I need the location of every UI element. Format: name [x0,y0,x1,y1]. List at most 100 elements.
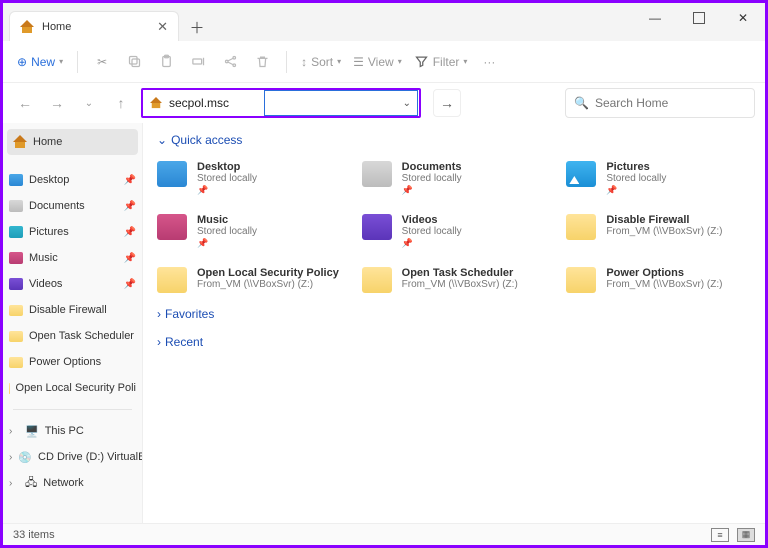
clipboard-icon [159,54,174,69]
sidebar-item-cddrive[interactable]: › 💿 CD Drive (D:) VirtualBox [3,444,142,470]
quick-tile[interactable]: VideosStored locally📌 [362,214,547,249]
details-view-button[interactable]: ≡ [711,528,729,542]
sidebar-label: This PC [45,425,84,437]
sidebar-label: Pictures [29,226,69,238]
quick-tile[interactable]: Open Task SchedulerFrom_VM (\\VBoxSvr) (… [362,267,547,293]
copy-icon [127,54,142,69]
tile-name: Disable Firewall [606,214,722,226]
sidebar-label: Power Options [29,356,101,368]
quick-tile[interactable]: DocumentsStored locally📌 [362,161,547,196]
sidebar-item-home[interactable]: Home [7,129,138,155]
tab-title: Home [42,21,71,33]
tile-name: Power Options [606,267,722,279]
tile-sub: Stored locally [197,173,257,185]
delete-button[interactable] [248,48,276,76]
quick-tile[interactable]: Power OptionsFrom_VM (\\VBoxSvr) (Z:) [566,267,751,293]
rename-button[interactable] [184,48,212,76]
explorer-window: Home ✕ ＋ — ✕ ⊕ New ▾ ✂ [0,0,768,548]
sidebar-label: Documents [29,200,85,212]
go-button[interactable]: → [433,89,461,117]
folder-icon [9,357,23,368]
window-controls: — ✕ [633,3,765,33]
view-button[interactable]: ☰ View ▾ [349,48,406,76]
folder-icon [9,383,10,394]
recent-locations-button[interactable]: ⌄ [77,91,101,115]
up-button[interactable]: ↑ [109,91,133,115]
quick-tile[interactable]: DesktopStored locally📌 [157,161,342,196]
sort-button[interactable]: ↕ Sort ▾ [297,48,345,76]
cut-button[interactable]: ✂ [88,48,116,76]
address-bar[interactable]: secpol.msc ⌄ [141,88,421,118]
quick-access-grid: DesktopStored locally📌DocumentsStored lo… [157,161,751,293]
tile-name: Open Task Scheduler [402,267,518,279]
back-button[interactable]: ← [13,91,37,115]
folder-icon [9,331,23,342]
sort-label: Sort [311,55,333,69]
tile-sub: Stored locally [197,226,257,238]
minimize-button[interactable]: — [633,3,677,33]
sidebar-item-desktop[interactable]: Desktop 📌 [3,167,142,193]
sidebar-item-folder[interactable]: Open Task Scheduler [3,323,142,349]
tile-text: DesktopStored locally📌 [197,161,257,196]
forward-button[interactable]: → [45,91,69,115]
chevron-down-icon: ▾ [463,57,467,66]
body: Home Desktop 📌 Documents 📌 Pictures 📌 Mu… [3,123,765,523]
plus-circle-icon: ⊕ [17,55,27,69]
tab-close-icon[interactable]: ✕ [157,19,168,35]
filter-button[interactable]: Filter ▾ [410,48,472,76]
quick-tile[interactable]: PicturesStored locally📌 [566,161,751,196]
sidebar-item-music[interactable]: Music 📌 [3,245,142,271]
chevron-right-icon: › [9,426,19,437]
share-button[interactable] [216,48,244,76]
chevron-down-icon: ▾ [59,57,63,66]
sidebar-item-folder[interactable]: Open Local Security Poli [3,375,142,401]
paste-button[interactable] [152,48,180,76]
sidebar-item-folder[interactable]: Disable Firewall [3,297,142,323]
close-button[interactable]: ✕ [721,3,765,33]
quick-tile[interactable]: Open Local Security PolicyFrom_VM (\\VBo… [157,267,342,293]
pc-icon: 🖥️ [25,425,39,438]
sidebar-item-documents[interactable]: Documents 📌 [3,193,142,219]
tile-name: Documents [402,161,462,173]
sidebar-label: Home [33,136,62,148]
folder-icon [566,161,596,187]
address-segment[interactable]: secpol.msc [143,90,263,116]
quick-tile[interactable]: Disable FirewallFrom_VM (\\VBoxSvr) (Z:) [566,214,751,249]
nav-pane[interactable]: Home Desktop 📌 Documents 📌 Pictures 📌 Mu… [3,123,143,523]
more-button[interactable]: ··· [475,48,503,76]
section-favorites[interactable]: › Favorites [157,307,751,321]
tile-sub: From_VM (\\VBoxSvr) (Z:) [402,279,518,291]
tile-text: Open Local Security PolicyFrom_VM (\\VBo… [197,267,339,291]
folder-icon [362,267,392,293]
sidebar-item-network[interactable]: › 🖧 Network [3,470,142,496]
tile-name: Videos [402,214,462,226]
tile-sub: From_VM (\\VBoxSvr) (Z:) [606,279,722,291]
pin-icon: 📌 [124,253,136,264]
sidebar-item-folder[interactable]: Power Options [3,349,142,375]
rename-icon [191,54,206,69]
disc-icon: 💿 [18,451,32,464]
pin-icon: 📌 [124,279,136,290]
sidebar-item-pictures[interactable]: Pictures 📌 [3,219,142,245]
sidebar-item-thispc[interactable]: › 🖥️ This PC [3,418,142,444]
pin-icon: 📌 [124,201,136,212]
section-quick-access[interactable]: ⌄ Quick access [157,133,751,147]
quick-tile[interactable]: MusicStored locally📌 [157,214,342,249]
maximize-button[interactable] [677,3,721,33]
sidebar-label: Network [43,477,83,489]
icons-view-button[interactable]: ▦ [737,528,755,542]
section-recent[interactable]: › Recent [157,335,751,349]
new-button[interactable]: ⊕ New ▾ [13,48,67,76]
pin-icon: 📌 [197,185,257,196]
copy-button[interactable] [120,48,148,76]
section-title: Favorites [165,307,214,321]
search-input[interactable] [595,96,750,110]
status-bar: 33 items ≡ ▦ [3,523,765,545]
new-tab-button[interactable]: ＋ [183,13,211,41]
search-box[interactable]: 🔍 [565,88,755,118]
network-icon: 🖧 [25,474,37,493]
address-dropdown[interactable]: ⌄ [264,90,418,116]
folder-icon [566,214,596,240]
tab-home[interactable]: Home ✕ [9,11,179,41]
sidebar-item-videos[interactable]: Videos 📌 [3,271,142,297]
